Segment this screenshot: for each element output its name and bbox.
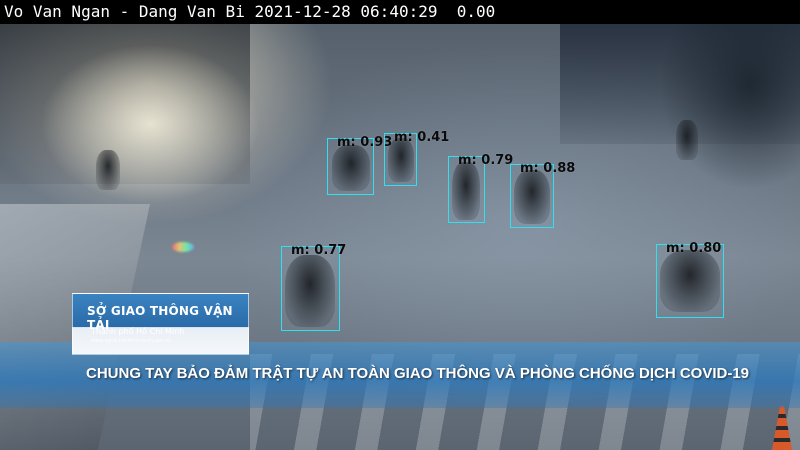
motorbike-rider bbox=[96, 150, 120, 190]
detection-label: m: 0.79 bbox=[458, 153, 514, 168]
detection-label: m: 0.41 bbox=[394, 130, 450, 145]
detection-label: m: 0.80 bbox=[666, 241, 722, 256]
detection-label: m: 0.88 bbox=[520, 161, 576, 176]
trees bbox=[640, 24, 800, 244]
lens-flare bbox=[172, 242, 194, 252]
logo-url: www.sgtvt.hochiminhcity.gov.vn bbox=[91, 338, 172, 344]
detection-box bbox=[281, 246, 340, 331]
logo-subtitle: Thành phố Hồ Chí Minh bbox=[91, 327, 185, 336]
motorbike-rider bbox=[676, 120, 698, 160]
camera-overlay-title: Vo Van Ngan - Dang Van Bi 2021-12-28 06:… bbox=[0, 0, 800, 24]
department-logo: SỞ GIAO THÔNG VẬN TẢI Thành phố Hồ Chí M… bbox=[72, 293, 249, 355]
detection-label: m: 0.77 bbox=[291, 243, 347, 258]
sun-glare bbox=[40, 44, 260, 204]
banner-text: CHUNG TAY BẢO ĐẢM TRẬT TỰ AN TOÀN GIAO T… bbox=[86, 365, 750, 382]
